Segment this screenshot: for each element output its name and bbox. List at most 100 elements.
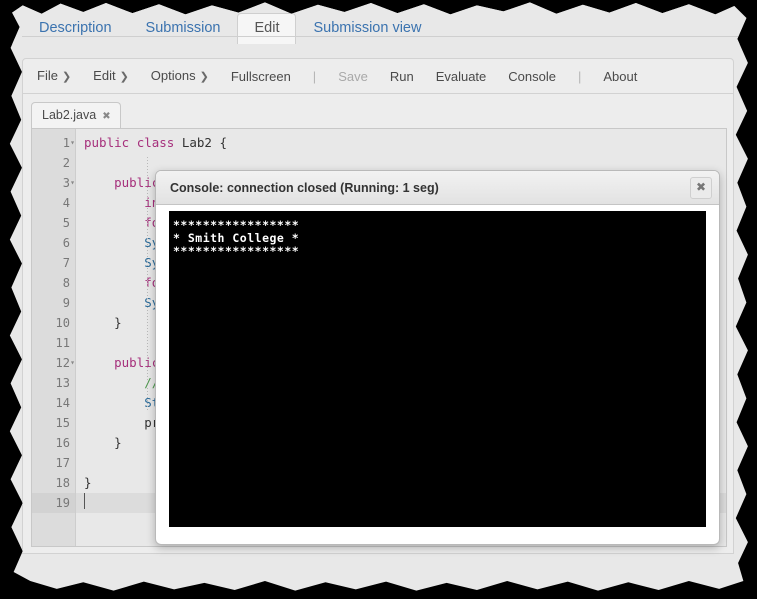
fold-toggle-icon[interactable]: ▾ — [70, 173, 75, 193]
code-token: public — [84, 135, 130, 150]
fold-toggle-icon[interactable]: ▾ — [70, 353, 75, 373]
line-number-value: 16 — [55, 436, 70, 450]
file-tab-bar: Lab2.java ✖ — [31, 101, 121, 129]
indent-guide — [147, 157, 148, 411]
chevron-right-icon: ❯ — [199, 71, 209, 83]
menu-item-about[interactable]: About — [603, 70, 637, 83]
line-number: 2 — [32, 153, 75, 173]
editor-menu-panel: File ❯ Edit ❯ Options ❯ Fullscreen | Save Run Eval… — [22, 58, 734, 94]
menu-item-label: Edit — [93, 68, 116, 83]
code-token: Lab2 { — [174, 135, 228, 150]
line-number-value: 7 — [62, 256, 70, 270]
page-tab-strip: Description Submission Edit Submission view — [9, 2, 748, 44]
line-number: 6 — [32, 233, 75, 253]
menu-item-label: Evaluate — [435, 68, 487, 84]
line-number-value: 10 — [55, 316, 70, 330]
menu-bar: File ❯ Edit ❯ Options ❯ Fullscreen | Save Run Eval… — [23, 59, 733, 93]
line-number-value: 8 — [62, 276, 70, 290]
line-number: 11 — [32, 333, 75, 353]
console-dialog[interactable]: Console: connection closed (Running: 1 s… — [155, 170, 720, 545]
line-number-value: 11 — [55, 336, 70, 350]
line-number: 19 — [32, 493, 75, 513]
line-number-value: 4 — [62, 196, 70, 210]
line-number: 3 ▾ — [32, 173, 75, 193]
code-token: } — [84, 435, 122, 450]
page-tab-edit[interactable]: Edit — [237, 12, 297, 44]
console-dialog-title: Console: connection closed (Running: 1 s… — [170, 180, 439, 195]
line-number-value: 5 — [62, 216, 70, 230]
line-number: 15 — [32, 413, 75, 433]
code-token: public — [114, 175, 160, 190]
line-number: 5 — [32, 213, 75, 233]
page-tab-submission[interactable]: Submission — [129, 13, 238, 45]
menu-item-options[interactable]: Options ❯ — [151, 69, 209, 83]
menu-item-save: Save — [338, 70, 368, 83]
line-number-value: 17 — [55, 456, 70, 470]
console-output: ***************** * Smith College * ******… — [169, 211, 706, 527]
code-token: } — [84, 315, 122, 330]
line-number: 18 — [32, 473, 75, 493]
page-tab-description[interactable]: Description — [22, 13, 129, 45]
line-number-value: 18 — [55, 476, 70, 490]
line-number: 8 — [32, 273, 75, 293]
menu-item-label: About — [603, 68, 638, 84]
line-number-value: 6 — [62, 236, 70, 250]
menu-item-label: Save — [338, 68, 368, 84]
menu-item-label: Console — [508, 68, 556, 84]
code-token: public — [114, 355, 160, 370]
console-dialog-header[interactable]: Console: connection closed (Running: 1 s… — [156, 171, 719, 205]
menu-item-console[interactable]: Console — [508, 70, 556, 83]
menu-item-evaluate[interactable]: Evaluate — [436, 70, 487, 83]
chevron-right-icon: ❯ — [119, 71, 129, 83]
menu-item-edit[interactable]: Edit ❯ — [93, 69, 129, 83]
text-caret — [84, 493, 85, 509]
close-icon[interactable]: ✖ — [690, 177, 712, 199]
line-number: 14 — [32, 393, 75, 413]
page-tab-submission-view[interactable]: Submission view — [296, 13, 438, 45]
line-number: 9 — [32, 293, 75, 313]
menu-item-run[interactable]: Run — [390, 70, 414, 83]
code-token: class — [136, 135, 175, 150]
page-sheet: Description Submission Edit Submission view… — [9, 2, 748, 591]
line-number-value: 14 — [55, 396, 70, 410]
line-number: 1 ▾ — [32, 133, 75, 153]
fold-toggle-icon[interactable]: ▾ — [70, 133, 75, 153]
menu-item-file[interactable]: File ❯ — [37, 69, 71, 83]
menu-item-label: Fullscreen — [230, 68, 291, 84]
line-number-value: 19 — [55, 496, 70, 510]
line-number: 17 — [32, 453, 75, 473]
menu-item-fullscreen[interactable]: Fullscreen — [231, 70, 291, 83]
line-number-value: 1 — [62, 136, 70, 150]
file-tab[interactable]: Lab2.java ✖ — [31, 102, 121, 129]
line-number-gutter: 1 ▾ 2 3 ▾ 4 5 6 7 8 9 10 11 12 ▾ 13 14 15 16 17 18 19 — [32, 129, 76, 546]
console-output-line: ***************** — [173, 244, 300, 258]
line-number: 7 — [32, 253, 75, 273]
tab-strip-underline — [22, 36, 739, 37]
line-number-value: 2 — [62, 156, 70, 170]
line-number-value: 13 — [55, 376, 70, 390]
menu-separator: | — [577, 68, 582, 84]
line-number: 16 — [32, 433, 75, 453]
page-tabs: Description Submission Edit Submission view — [22, 8, 438, 44]
menu-item-label: Run — [389, 68, 414, 84]
line-number: 12 ▾ — [32, 353, 75, 373]
line-number: 4 — [32, 193, 75, 213]
chevron-right-icon: ❯ — [61, 71, 72, 83]
line-number-value: 9 — [62, 296, 70, 310]
code-line: public class Lab2 { — [76, 133, 726, 153]
menu-item-label: File — [37, 68, 58, 83]
screenshot-root: Description Submission Edit Submission view… — [0, 0, 757, 599]
close-icon[interactable]: ✖ — [102, 111, 110, 122]
